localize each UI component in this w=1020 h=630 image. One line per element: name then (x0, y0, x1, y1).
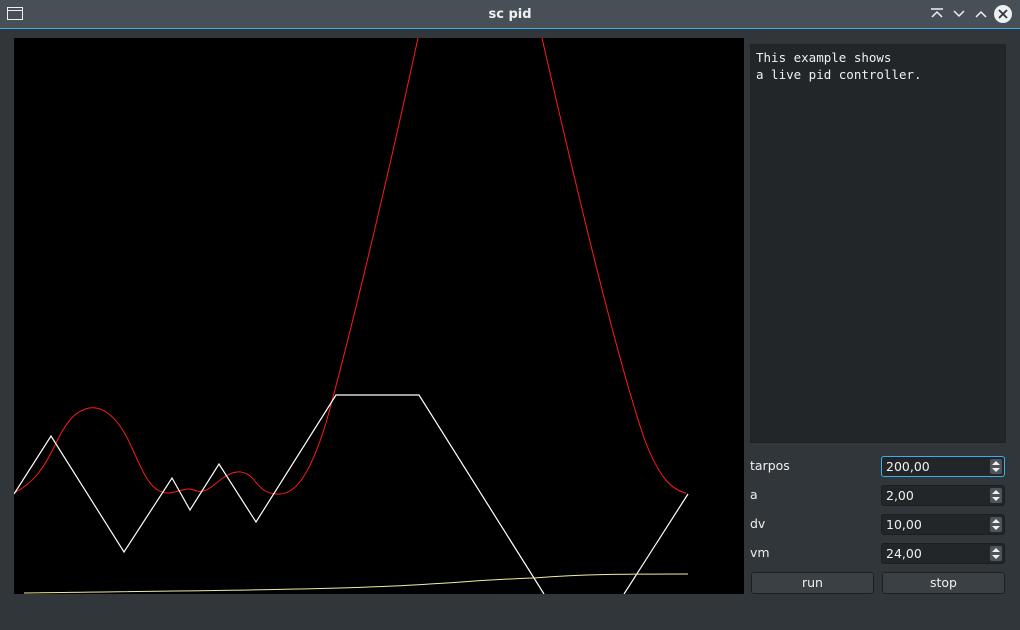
arrow-up-icon[interactable] (992, 519, 1000, 523)
stop-button[interactable]: stop (882, 572, 1005, 594)
dv-spinbox[interactable]: 10,00 (881, 514, 1005, 535)
arrow-down-icon[interactable] (992, 526, 1000, 530)
vm-spinbox[interactable]: 24,00 (881, 543, 1005, 564)
red-curve (14, 38, 419, 495)
arrow-up-icon[interactable] (992, 548, 1000, 552)
spin-arrows[interactable] (990, 517, 1002, 532)
vm-value[interactable]: 24,00 (886, 544, 922, 563)
title-bar[interactable]: sc pid (0, 0, 1020, 29)
dv-value[interactable]: 10,00 (886, 515, 922, 534)
a-value[interactable]: 2,00 (886, 486, 914, 505)
arrow-down-icon[interactable] (992, 468, 1000, 472)
tarpos-spinbox[interactable]: 200,00 (881, 456, 1005, 477)
param-label-tarpos: tarpos (750, 458, 790, 473)
close-icon[interactable] (994, 5, 1012, 23)
spin-arrows[interactable] (990, 546, 1002, 561)
red-curve-right (541, 38, 687, 494)
window-title: sc pid (488, 7, 532, 22)
white-curve-right (623, 493, 689, 594)
arrow-down-icon[interactable] (992, 497, 1000, 501)
param-label-vm: vm (750, 545, 770, 560)
param-label-dv: dv (750, 516, 766, 531)
pid-plot-canvas (14, 38, 744, 594)
spin-arrows[interactable] (990, 488, 1002, 503)
keep-above-icon[interactable] (928, 5, 946, 23)
arrow-up-icon[interactable] (992, 461, 1000, 465)
maximize-icon[interactable] (972, 5, 990, 23)
yellow-curve (23, 573, 689, 594)
arrow-up-icon[interactable] (992, 490, 1000, 494)
minimize-icon[interactable] (950, 5, 968, 23)
a-spinbox[interactable]: 2,00 (881, 485, 1005, 506)
info-text[interactable]: This example shows a live pid controller… (750, 44, 1006, 443)
run-button[interactable]: run (751, 572, 874, 594)
arrow-down-icon[interactable] (992, 555, 1000, 559)
spin-arrows[interactable] (990, 459, 1002, 474)
tarpos-value[interactable]: 200,00 (886, 457, 930, 476)
param-label-a: a (750, 487, 758, 502)
